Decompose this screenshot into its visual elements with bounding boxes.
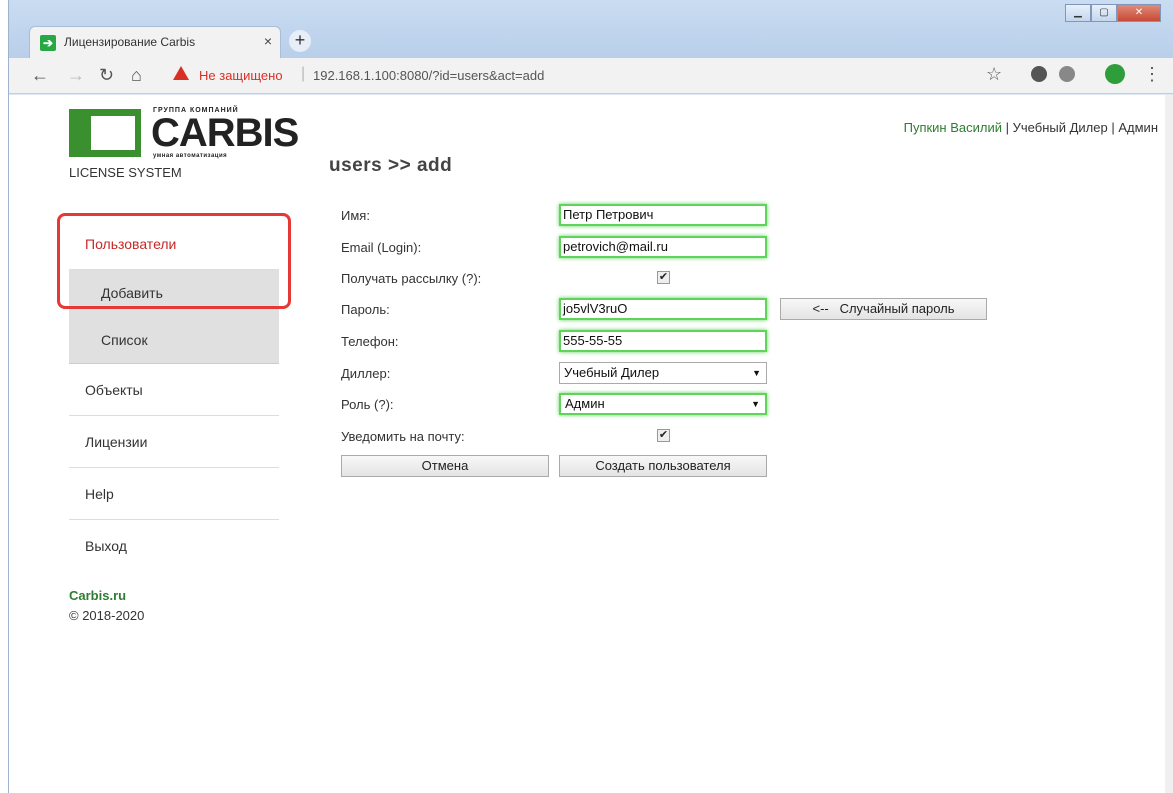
highlight-box: [57, 213, 291, 309]
browser-tab[interactable]: ➔ Лицензирование Carbis ×: [29, 26, 281, 58]
carbis-site-link[interactable]: Carbis.ru: [69, 588, 126, 603]
license-system-label: LICENSE SYSTEM: [69, 165, 182, 180]
logo-subtitle: умная автоматизация: [153, 153, 228, 159]
address-bar[interactable]: Не защищено | 192.168.1.100:8080/?id=use…: [159, 63, 1019, 89]
sidebar-item-licenses[interactable]: Лицензии: [69, 416, 279, 468]
role-select-value: Админ: [565, 396, 605, 411]
url-text[interactable]: 192.168.1.100:8080/?id=users&act=add: [313, 68, 544, 83]
role-label: Роль (?):: [341, 397, 394, 412]
sidebar-item-objects[interactable]: Объекты: [69, 364, 279, 416]
carbis-favicon-icon: ➔: [40, 35, 56, 51]
dropdown-arrow-icon: ▼: [751, 399, 760, 409]
sidebar-item-logout[interactable]: Выход: [69, 520, 279, 572]
dealer-label: Диллер:: [341, 366, 391, 381]
page-scrollbar[interactable]: [1165, 95, 1173, 793]
name-row: Имя: Петр Петрович: [341, 204, 981, 228]
page-title: users >> add: [329, 155, 453, 176]
warning-icon: [173, 66, 189, 80]
reload-icon[interactable]: ↻: [99, 65, 114, 86]
window-controls: ▁ ▢ ✕: [1065, 4, 1161, 22]
copyright-text: © 2018-2020: [69, 608, 145, 623]
password-row: Пароль: jo5vlV3ruO <-- Случайный пароль: [341, 298, 987, 322]
email-label: Email (Login):: [341, 240, 422, 255]
page-content: ГРУППА КОМПАНИЙ CARBIS умная автоматизац…: [9, 95, 1166, 793]
address-separator: |: [301, 65, 306, 82]
logo-mark: [69, 109, 141, 157]
email-input[interactable]: petrovich@mail.ru: [559, 236, 767, 258]
name-label: Имя:: [341, 208, 370, 223]
back-icon[interactable]: ←: [31, 65, 49, 86]
role-select[interactable]: Админ ▼: [559, 393, 767, 415]
browser-window: ➔ Лицензирование Carbis × + ▁ ▢ ✕ ← → ↻ …: [8, 0, 1173, 793]
cloud-extension-icon[interactable]: [1059, 66, 1075, 82]
newsletter-label: Получать рассылку (?):: [341, 271, 482, 286]
cancel-button[interactable]: Отмена: [341, 455, 549, 477]
buttons-row: Отмена Создать пользователя: [341, 455, 981, 479]
newsletter-checkbox[interactable]: ✔: [657, 271, 670, 284]
name-input[interactable]: Петр Петрович: [559, 204, 767, 226]
logo-name: CARBIS: [151, 111, 299, 155]
close-window-button[interactable]: ✕: [1117, 4, 1161, 22]
dealer-select[interactable]: Учебный Дилер ▼: [559, 362, 767, 384]
phone-row: Телефон: 555-55-55: [341, 330, 981, 354]
role-row: Роль (?): Админ ▼: [341, 393, 981, 417]
phone-label: Телефон:: [341, 334, 399, 349]
menu-dots-icon[interactable]: ⋮: [1143, 64, 1161, 85]
notify-checkbox[interactable]: ✔: [657, 429, 670, 442]
forward-icon[interactable]: →: [67, 65, 85, 86]
dropdown-arrow-icon: ▼: [752, 368, 761, 378]
bookmark-star-icon[interactable]: ☆: [986, 64, 1002, 85]
dealer-label: Учебный Дилер: [1012, 120, 1108, 135]
password-label: Пароль:: [341, 302, 390, 317]
password-input[interactable]: jo5vlV3ruO: [559, 298, 767, 320]
create-user-button[interactable]: Создать пользователя: [559, 455, 767, 477]
dealer-row: Диллер: Учебный Дилер ▼: [341, 362, 981, 386]
sidebar-item-help[interactable]: Help: [69, 468, 279, 520]
random-password-button[interactable]: <-- Случайный пароль: [780, 298, 987, 320]
user-links: Пупкин Василий | Учебный Дилер | Админ: [904, 120, 1158, 135]
email-row: Email (Login): petrovich@mail.ru: [341, 236, 981, 260]
new-tab-button[interactable]: +: [289, 30, 311, 52]
maximize-button[interactable]: ▢: [1091, 4, 1117, 22]
separator: |: [1005, 120, 1010, 135]
minimize-button[interactable]: ▁: [1065, 4, 1091, 22]
tab-bar: ➔ Лицензирование Carbis × + ▁ ▢ ✕: [9, 0, 1173, 58]
tab-close-icon[interactable]: ×: [264, 33, 272, 49]
dealer-select-value: Учебный Дилер: [564, 365, 660, 380]
notify-label: Уведомить на почту:: [341, 429, 465, 444]
sidebar-item-list[interactable]: Список: [69, 317, 279, 364]
tab-title: Лицензирование Carbis: [64, 35, 196, 49]
security-warning[interactable]: Не защищено: [199, 68, 283, 83]
phone-input[interactable]: 555-55-55: [559, 330, 767, 352]
extension-icon[interactable]: [1031, 66, 1047, 82]
notify-row: Уведомить на почту: ✔: [341, 425, 981, 449]
separator: |: [1111, 120, 1115, 135]
browser-toolbar: ← → ↻ ⌂ Не защищено | 192.168.1.100:8080…: [9, 58, 1173, 94]
profile-avatar-icon[interactable]: [1105, 64, 1125, 84]
newsletter-row: Получать рассылку (?): ✔: [341, 267, 981, 291]
home-icon[interactable]: ⌂: [131, 65, 142, 86]
user-name-link[interactable]: Пупкин Василий: [904, 120, 1002, 135]
role-label: Админ: [1118, 120, 1158, 135]
